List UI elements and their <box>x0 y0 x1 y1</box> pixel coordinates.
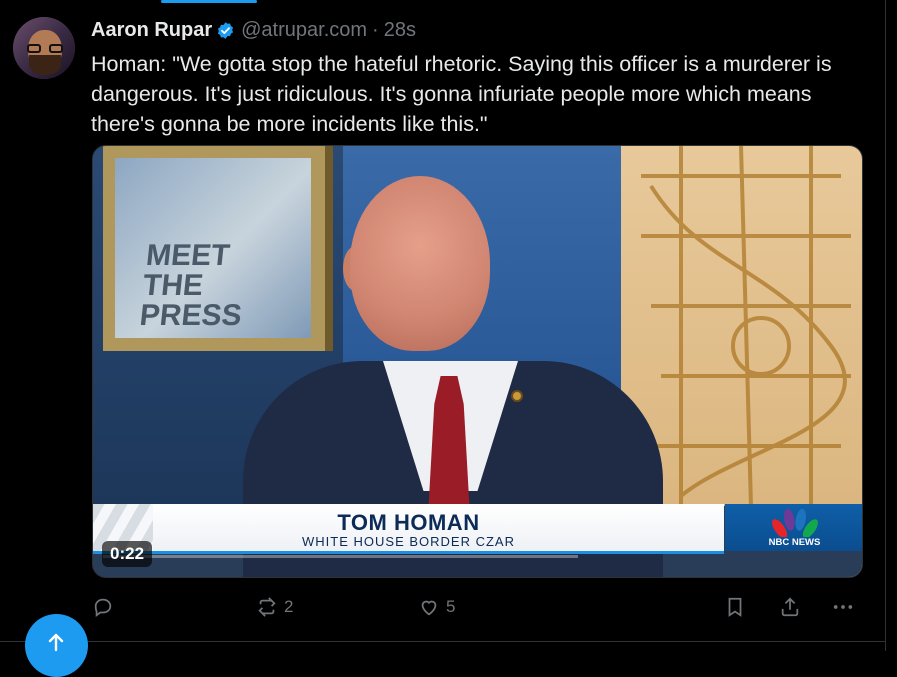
author-handle[interactable]: @atrupar.com <box>241 19 367 42</box>
video-progress[interactable] <box>103 555 578 558</box>
guest-name: TOM HOMAN <box>337 510 480 535</box>
repost-button[interactable]: 2 <box>256 596 293 618</box>
more-dots-icon <box>833 605 853 609</box>
share-icon <box>781 597 799 617</box>
network-name: NBC NEWS <box>768 537 821 548</box>
reply-button[interactable] <box>92 596 114 618</box>
post-header: Aaron Rupar @atrupar.com · 28s <box>91 16 416 44</box>
lower-third-banner: TOM HOMAN WHITE HOUSE BORDER CZAR <box>93 504 724 551</box>
bookmark-button[interactable] <box>724 596 746 618</box>
author-name[interactable]: Aaron Rupar <box>91 19 212 42</box>
verified-badge-icon <box>216 21 235 40</box>
repost-icon <box>258 597 276 617</box>
video-duration: 0:22 <box>102 541 153 567</box>
reply-icon <box>94 598 112 617</box>
peacock-logo-icon <box>770 508 820 537</box>
post-actions: 2 5 <box>0 596 886 622</box>
post-divider <box>0 641 886 642</box>
network-badge: NBC NEWS <box>725 504 862 551</box>
separator-dot: · <box>372 18 379 41</box>
more-options-button[interactable] <box>832 596 854 618</box>
active-tab-indicator <box>161 0 257 3</box>
bookmark-icon <box>728 597 742 617</box>
scroll-to-top-button[interactable] <box>25 614 88 677</box>
column-divider <box>885 0 886 651</box>
share-button[interactable] <box>779 596 801 618</box>
guest-title: WHITE HOUSE BORDER CZAR <box>302 534 515 549</box>
post-timestamp[interactable]: 28s <box>384 19 416 42</box>
arrow-up-icon <box>48 633 64 652</box>
like-button[interactable]: 5 <box>418 596 455 618</box>
post-text: Homan: "We gotta stop the hateful rhetor… <box>91 52 832 136</box>
video-player[interactable]: MEET THE PRESS TOM HOMAN WHITE HOUSE BOR… <box>92 145 863 578</box>
repost-count: 2 <box>284 597 294 616</box>
like-count: 5 <box>446 597 456 616</box>
heart-icon <box>421 600 437 616</box>
avatar[interactable] <box>13 17 75 79</box>
